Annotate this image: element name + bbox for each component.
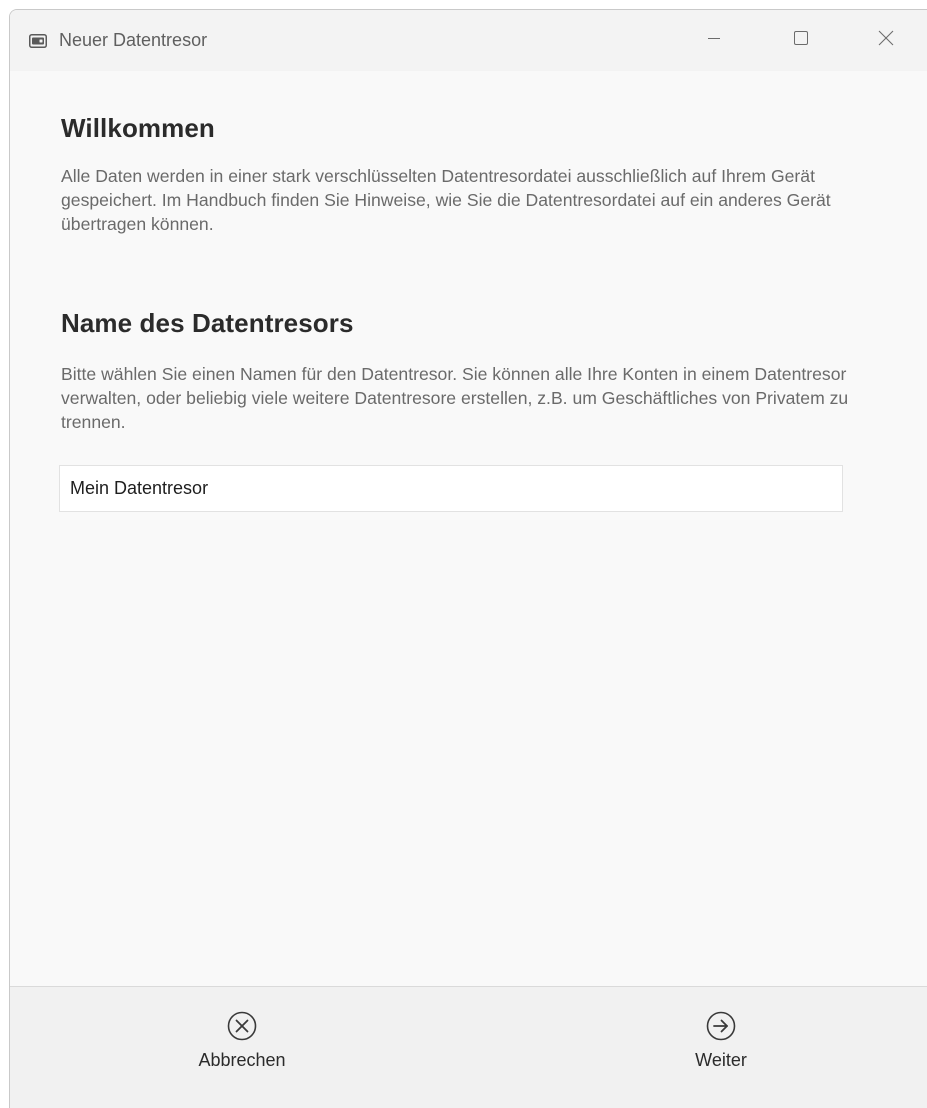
close-button[interactable] — [856, 10, 916, 71]
next-label: Weiter — [695, 1050, 747, 1070]
cancel-label: Abbrechen — [198, 1050, 286, 1070]
vault-name-text: Bitte wählen Sie einen Namen für den Dat… — [61, 364, 849, 432]
cancel-circle-icon — [226, 1010, 258, 1042]
footer-bar: Abbrechen Weiter — [10, 986, 927, 1108]
vault-icon — [29, 34, 47, 48]
close-icon — [877, 29, 895, 52]
minimize-button[interactable] — [684, 10, 744, 71]
next-button[interactable]: Weiter — [621, 987, 821, 1108]
vault-name-input[interactable] — [59, 465, 843, 512]
welcome-heading: Willkommen — [61, 113, 215, 143]
dialog-window: Neuer Datentresor Willkommen Alle Daten … — [9, 9, 927, 1108]
minimize-icon — [706, 30, 722, 51]
maximize-icon — [793, 30, 809, 51]
cancel-button[interactable]: Abbrechen — [142, 987, 342, 1108]
maximize-button[interactable] — [771, 10, 831, 71]
window-title: Neuer Datentresor — [59, 30, 208, 50]
dialog-content: Willkommen Alle Daten werden in einer st… — [10, 71, 927, 985]
title-bar[interactable]: Neuer Datentresor — [10, 10, 927, 71]
arrow-right-circle-icon — [705, 1010, 737, 1042]
vault-name-heading: Name des Datentresors — [61, 308, 354, 338]
welcome-text: Alle Daten werden in einer stark verschl… — [61, 166, 831, 234]
